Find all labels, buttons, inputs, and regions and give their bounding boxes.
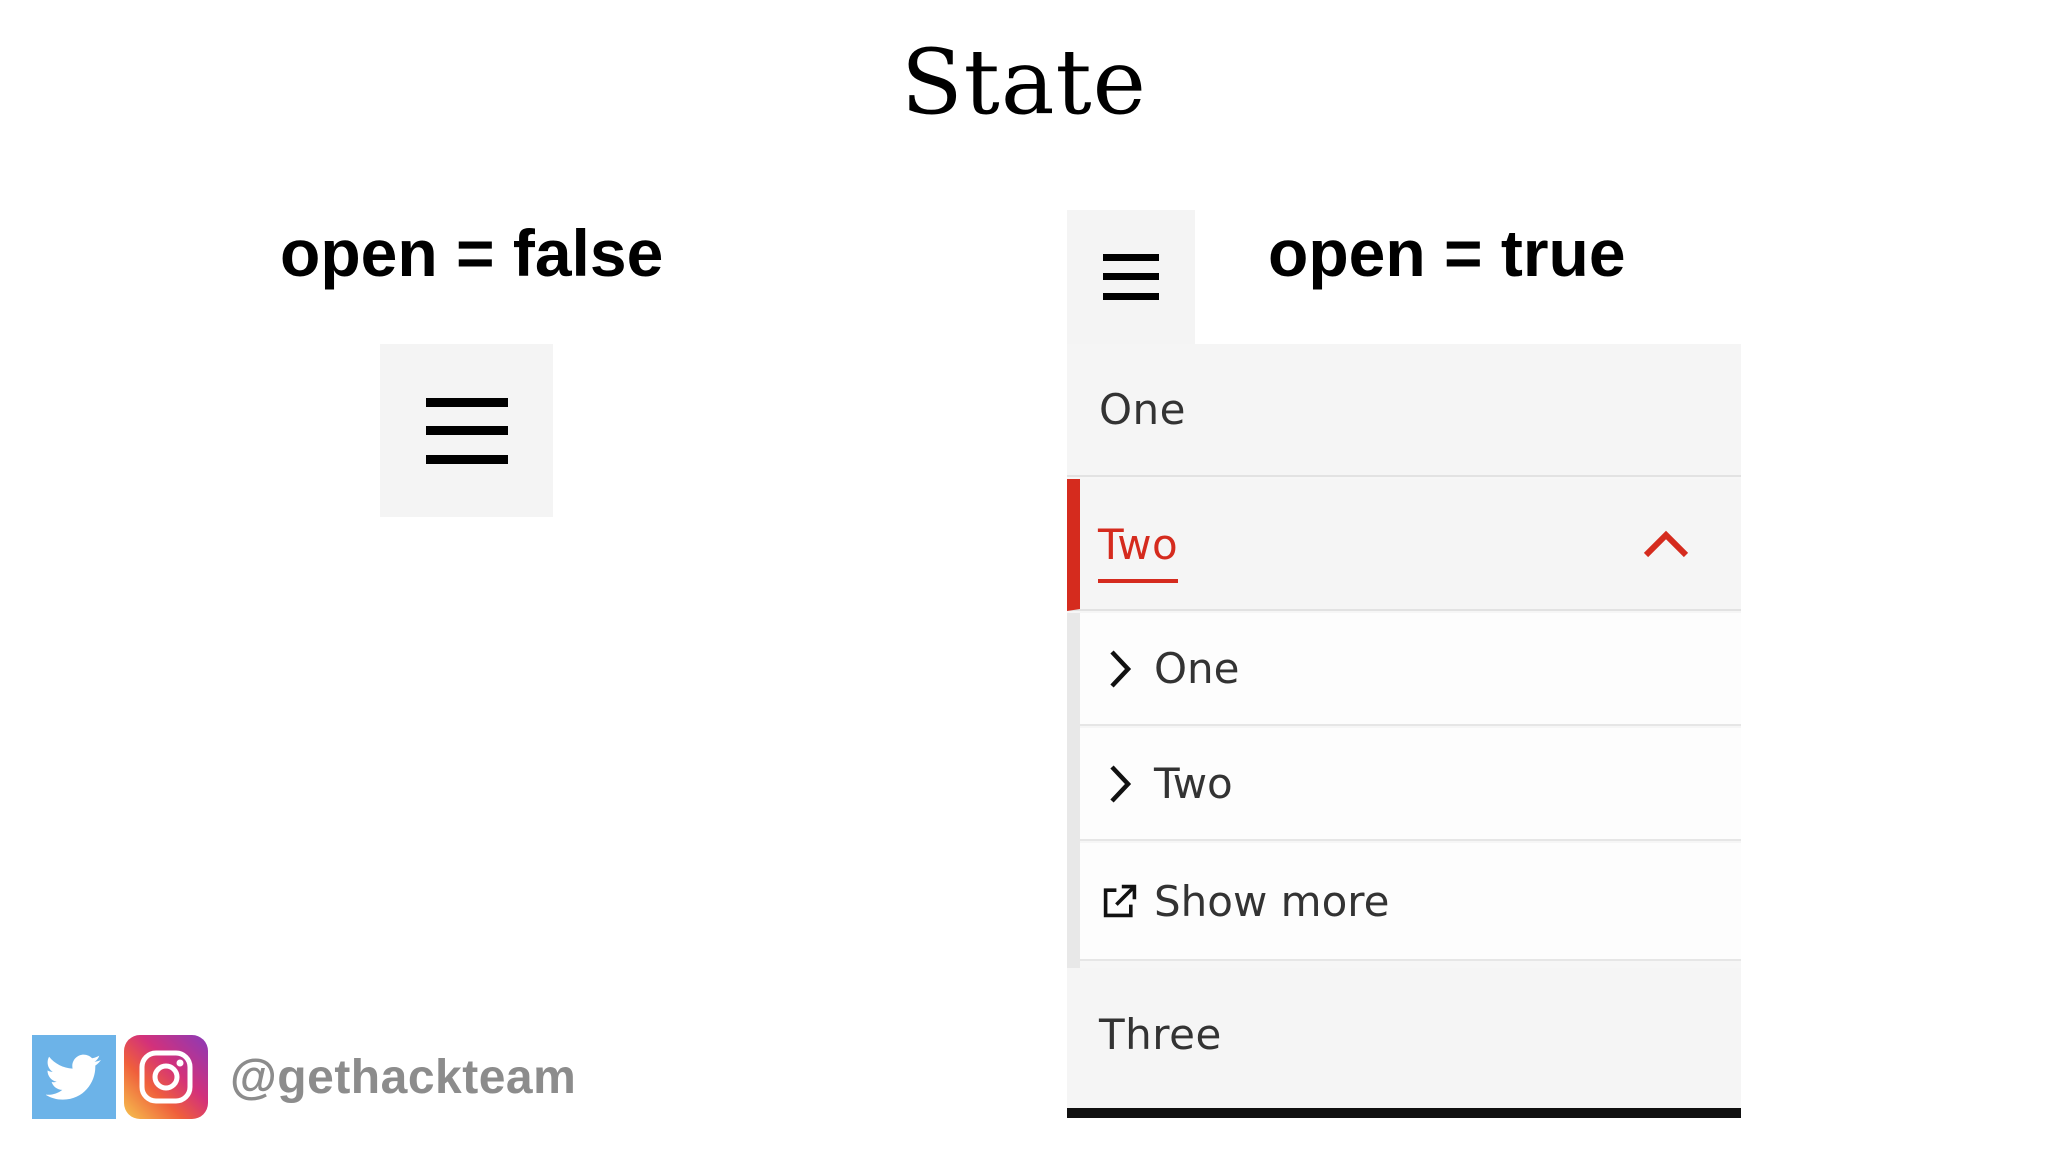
menu-item-three[interactable]: Three bbox=[1067, 968, 1741, 1100]
submenu-rail bbox=[1067, 613, 1080, 1013]
chevron-up-icon bbox=[1643, 530, 1689, 558]
social-footer: @gethackteam bbox=[32, 1035, 576, 1119]
slide-title: State bbox=[901, 30, 1147, 135]
twitter-icon[interactable] bbox=[32, 1035, 116, 1119]
social-handle: @gethackteam bbox=[230, 1050, 577, 1104]
submenu-item-label: One bbox=[1154, 644, 1240, 693]
open-state-label: open = true bbox=[1268, 216, 1626, 290]
menu-item-label: Two bbox=[1098, 519, 1179, 583]
nav-menu: One Two One Two Show more Three bbox=[1067, 344, 1741, 1118]
show-more-link[interactable]: Show more bbox=[1080, 843, 1741, 961]
submenu-item-one[interactable]: One bbox=[1080, 613, 1741, 726]
menu-bottom-border bbox=[1067, 1108, 1741, 1118]
hamburger-icon bbox=[425, 397, 508, 464]
menu-item-two[interactable]: Two bbox=[1067, 479, 1741, 611]
submenu-item-label: Show more bbox=[1154, 876, 1390, 926]
chevron-right-icon bbox=[1102, 764, 1138, 804]
submenu: One Two Show more bbox=[1067, 613, 1741, 1013]
submenu-item-label: Two bbox=[1154, 759, 1233, 808]
menu-toggle-button-closed[interactable] bbox=[380, 344, 553, 517]
chevron-right-icon bbox=[1102, 649, 1138, 689]
submenu-item-two[interactable]: Two bbox=[1080, 728, 1741, 841]
instagram-icon[interactable] bbox=[124, 1035, 208, 1119]
menu-toggle-button-open[interactable] bbox=[1067, 210, 1195, 344]
external-link-icon bbox=[1102, 881, 1138, 921]
hamburger-icon bbox=[1103, 254, 1159, 300]
menu-item-label: Three bbox=[1099, 1009, 1222, 1059]
menu-item-label: One bbox=[1099, 385, 1187, 434]
closed-state-label: open = false bbox=[280, 216, 664, 290]
menu-item-one[interactable]: One bbox=[1067, 344, 1741, 477]
